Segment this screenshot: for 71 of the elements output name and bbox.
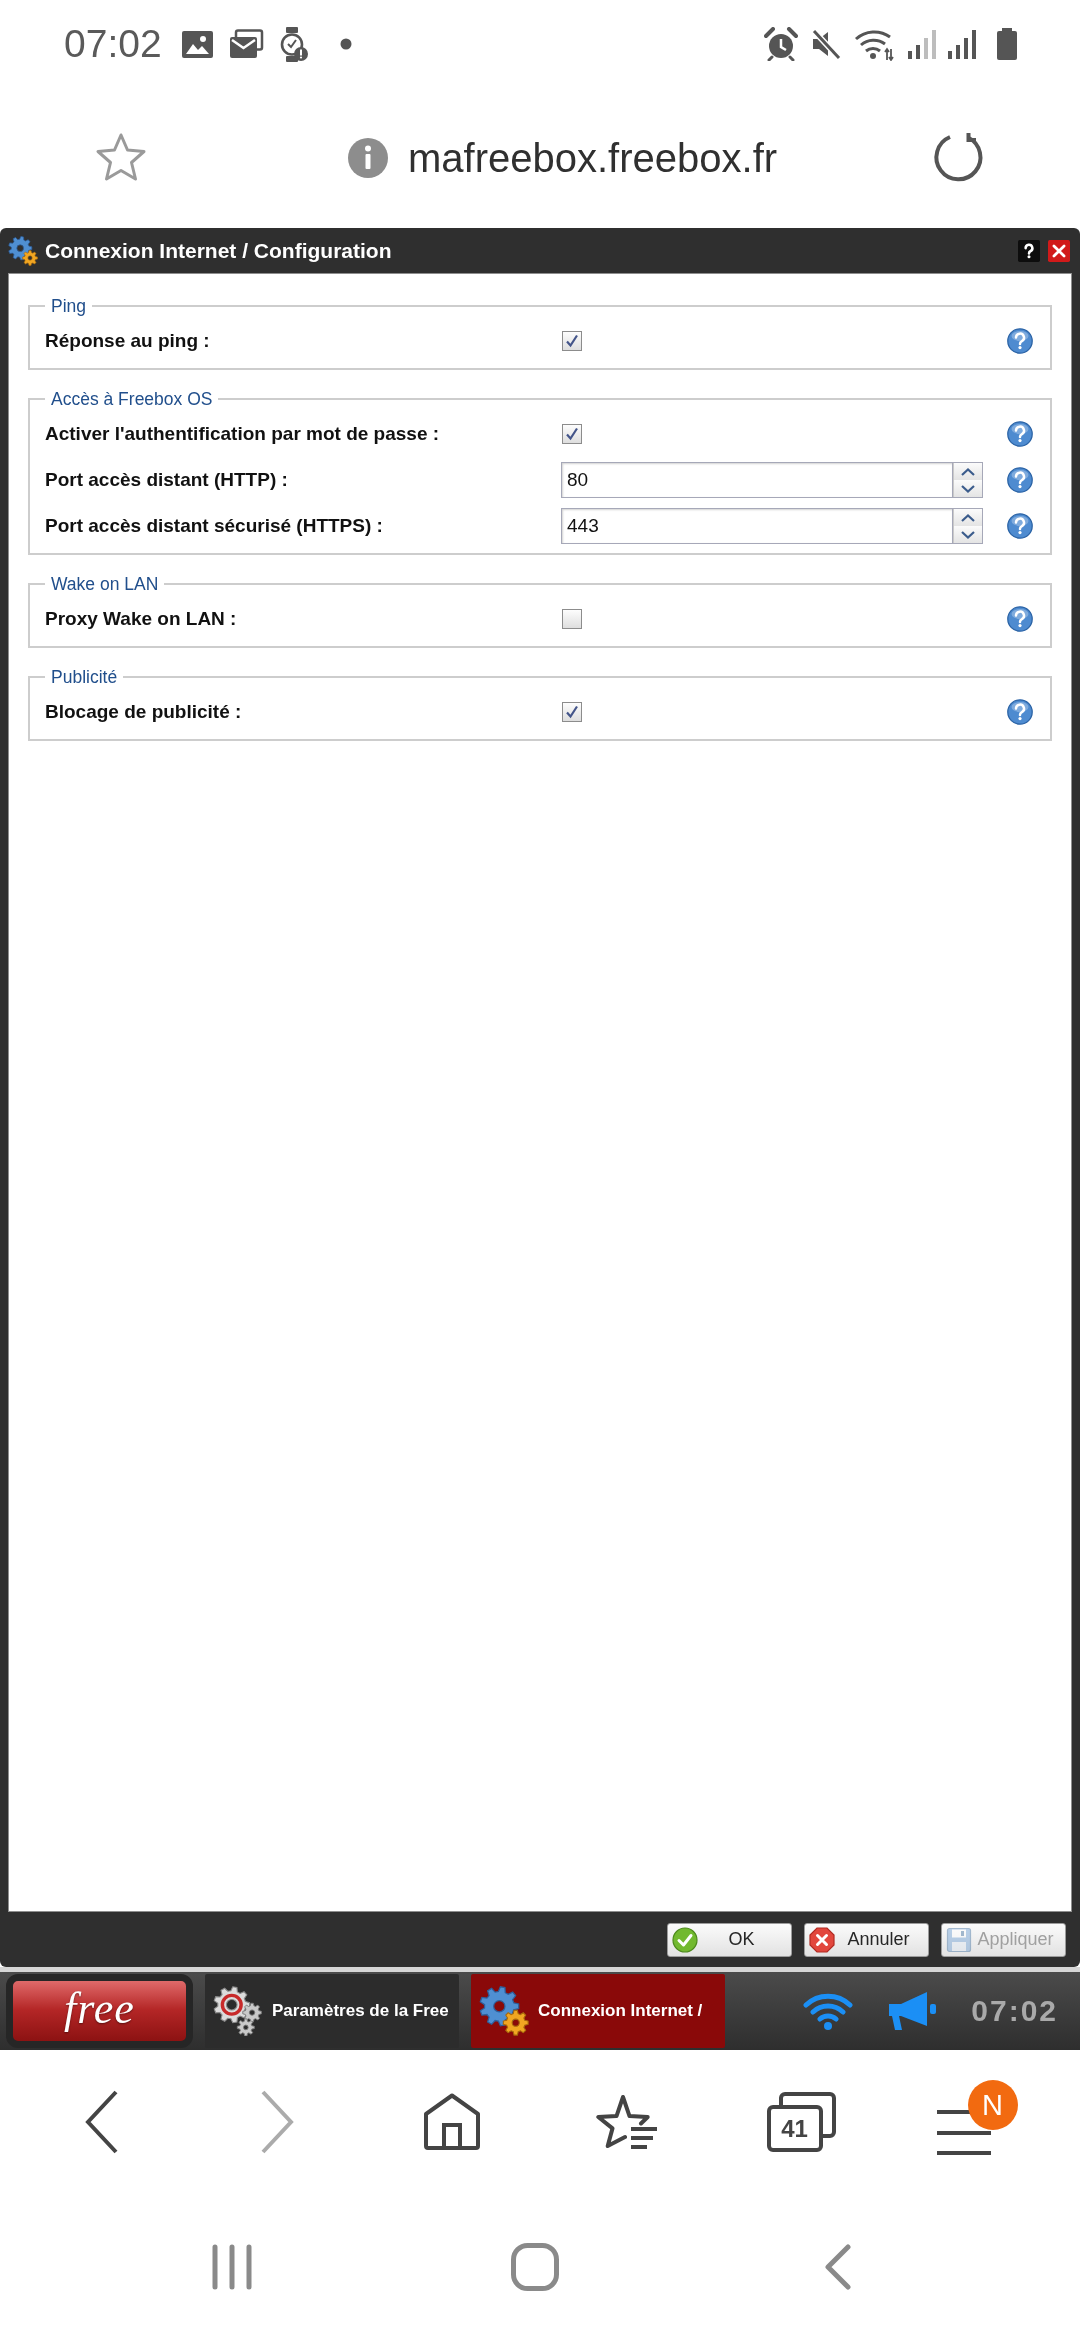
mail-icon [228, 29, 264, 59]
taskbar-clock: 07:02 [971, 1994, 1058, 2028]
mute-icon [810, 28, 842, 60]
spin-up-button[interactable] [953, 463, 982, 480]
home-icon [422, 2093, 481, 2151]
field-label: Réponse au ping : [45, 330, 211, 352]
group-legend: Ping [45, 295, 93, 317]
gears-icon [213, 1986, 263, 2036]
check-circle-icon [672, 1926, 698, 1953]
field-label: Proxy Wake on LAN : [45, 608, 238, 630]
field-label: Port accès distant (HTTP) : [45, 469, 289, 491]
ok-button[interactable]: OK [667, 1922, 792, 1957]
star-list-icon [595, 2094, 658, 2150]
dot-icon [339, 38, 352, 50]
image-icon [181, 30, 213, 58]
checkmark-icon [565, 334, 579, 348]
star-icon[interactable] [94, 132, 148, 184]
wifi-icon[interactable] [803, 1991, 854, 2031]
wifi-icon [854, 27, 896, 61]
checkbox[interactable] [562, 702, 582, 722]
group-legend: Wake on LAN [45, 573, 165, 595]
url-text[interactable]: mafreebox.freebox.fr [408, 135, 778, 181]
chevron-down-icon [961, 530, 975, 539]
tabs-icon [766, 2092, 837, 2152]
gears-icon [479, 1986, 529, 2036]
bookmarks-button[interactable] [595, 2094, 658, 2150]
checkmark-icon [565, 705, 579, 719]
field-label: Blocage de publicité : [45, 701, 243, 723]
taskbar-task[interactable]: Connexion Internet / [471, 1974, 725, 2048]
gears-icon [8, 235, 38, 266]
spin-up-button[interactable] [953, 509, 982, 526]
number-input[interactable]: 80 [561, 462, 952, 498]
field-label: Port accès distant sécurisé (HTTPS) : [45, 515, 384, 537]
signal-icon [948, 29, 976, 59]
spin-down-button[interactable] [953, 526, 982, 543]
back-icon [84, 2090, 119, 2154]
back-button[interactable] [84, 2090, 119, 2154]
forward-icon [259, 2090, 294, 2154]
home-square-icon [510, 2243, 559, 2291]
recent-apps-button[interactable] [210, 2244, 253, 2290]
back-icon [824, 2244, 851, 2290]
tabs-button[interactable]: 41 [766, 2092, 837, 2152]
help-icon[interactable] [1018, 239, 1040, 262]
logo-button[interactable]: free [6, 1974, 193, 2048]
battery-icon [996, 28, 1018, 60]
alarm-icon [764, 27, 798, 61]
recent-apps-icon [210, 2244, 253, 2290]
spin-down-button[interactable] [953, 480, 982, 497]
checkbox[interactable] [562, 609, 582, 629]
megaphone-icon[interactable] [887, 1990, 938, 2032]
chevron-down-icon [961, 484, 975, 493]
status-time: 07:02 [64, 22, 162, 66]
taskbar-task[interactable]: Paramètres de la Free [205, 1974, 459, 2048]
notification-badge: N [967, 2080, 1018, 2130]
checkmark-icon [565, 427, 579, 441]
home-button[interactable] [422, 2093, 481, 2151]
checkbox[interactable] [562, 424, 582, 444]
info-icon[interactable] [348, 138, 388, 178]
group-legend: Publicité [45, 666, 124, 688]
close-icon[interactable] [1048, 239, 1070, 262]
group-legend: Accès à Freebox OS [45, 388, 219, 410]
cancel-button[interactable]: Annuler [804, 1922, 929, 1957]
field-label: Activer l'authentification par mot de passe : [45, 423, 441, 445]
x-octagon-icon [809, 1926, 835, 1953]
window-title: Connexion Internet / Configuration [45, 238, 392, 263]
number-input[interactable]: 443 [561, 508, 952, 544]
chevron-up-icon [961, 467, 975, 476]
checkbox[interactable] [562, 331, 582, 351]
signal-icon [908, 29, 936, 59]
watch-alert-icon [279, 26, 308, 62]
chevron-up-icon [961, 513, 975, 522]
